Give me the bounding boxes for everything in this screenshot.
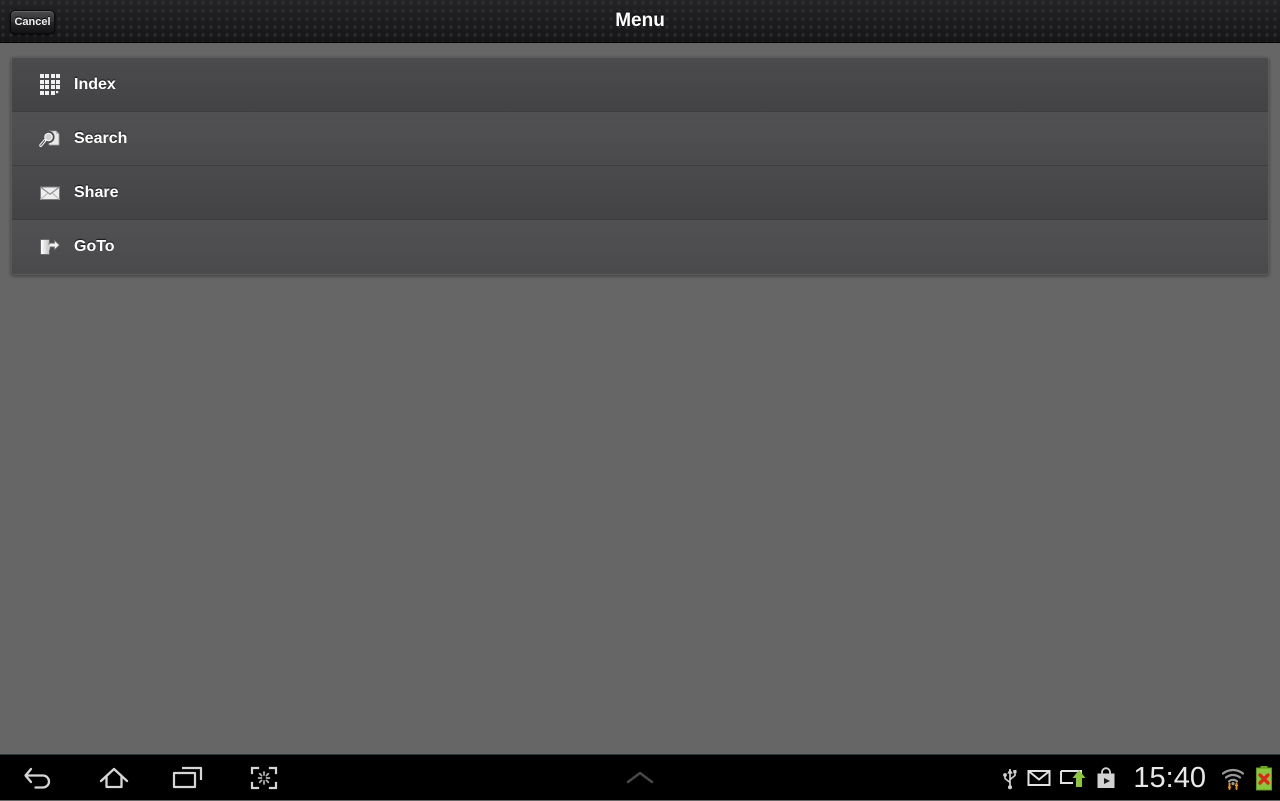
clock: 15:40 <box>1133 755 1206 801</box>
menu-item-label: Index <box>74 76 116 94</box>
grid-icon <box>38 73 62 97</box>
system-navigation-bar: 15:40 <box>0 754 1280 800</box>
title-bar: Menu Cancel <box>0 0 1280 43</box>
menu-item-share[interactable]: Share <box>12 166 1268 220</box>
status-tray[interactable]: 15:40 <box>1001 755 1274 801</box>
cancel-button[interactable]: Cancel <box>10 10 55 34</box>
page-title: Menu <box>0 0 1280 43</box>
envelope-icon <box>38 181 62 205</box>
menu-item-index[interactable]: Index <box>12 58 1268 112</box>
screenshot-button[interactable] <box>228 755 300 801</box>
menu-item-goto[interactable]: GoTo <box>12 220 1268 274</box>
back-button[interactable] <box>4 755 76 801</box>
menu-item-label: Share <box>74 184 118 202</box>
recent-apps-button[interactable] <box>152 755 224 801</box>
gmail-icon <box>1027 768 1051 788</box>
exit-arrow-icon <box>38 235 62 259</box>
battery-error-icon <box>1254 764 1274 792</box>
play-store-icon <box>1095 766 1117 790</box>
magnifier-page-icon <box>38 127 62 151</box>
notification-handle[interactable] <box>604 755 676 801</box>
menu-item-label: GoTo <box>74 238 115 256</box>
home-button[interactable] <box>78 755 150 801</box>
screen-cast-icon <box>1059 767 1087 789</box>
usb-icon <box>1001 765 1019 791</box>
menu-item-search[interactable]: Search <box>12 112 1268 166</box>
menu-list: Index Search Share <box>11 57 1269 275</box>
wifi-transfer-icon <box>1220 765 1246 791</box>
menu-item-label: Search <box>74 130 127 148</box>
